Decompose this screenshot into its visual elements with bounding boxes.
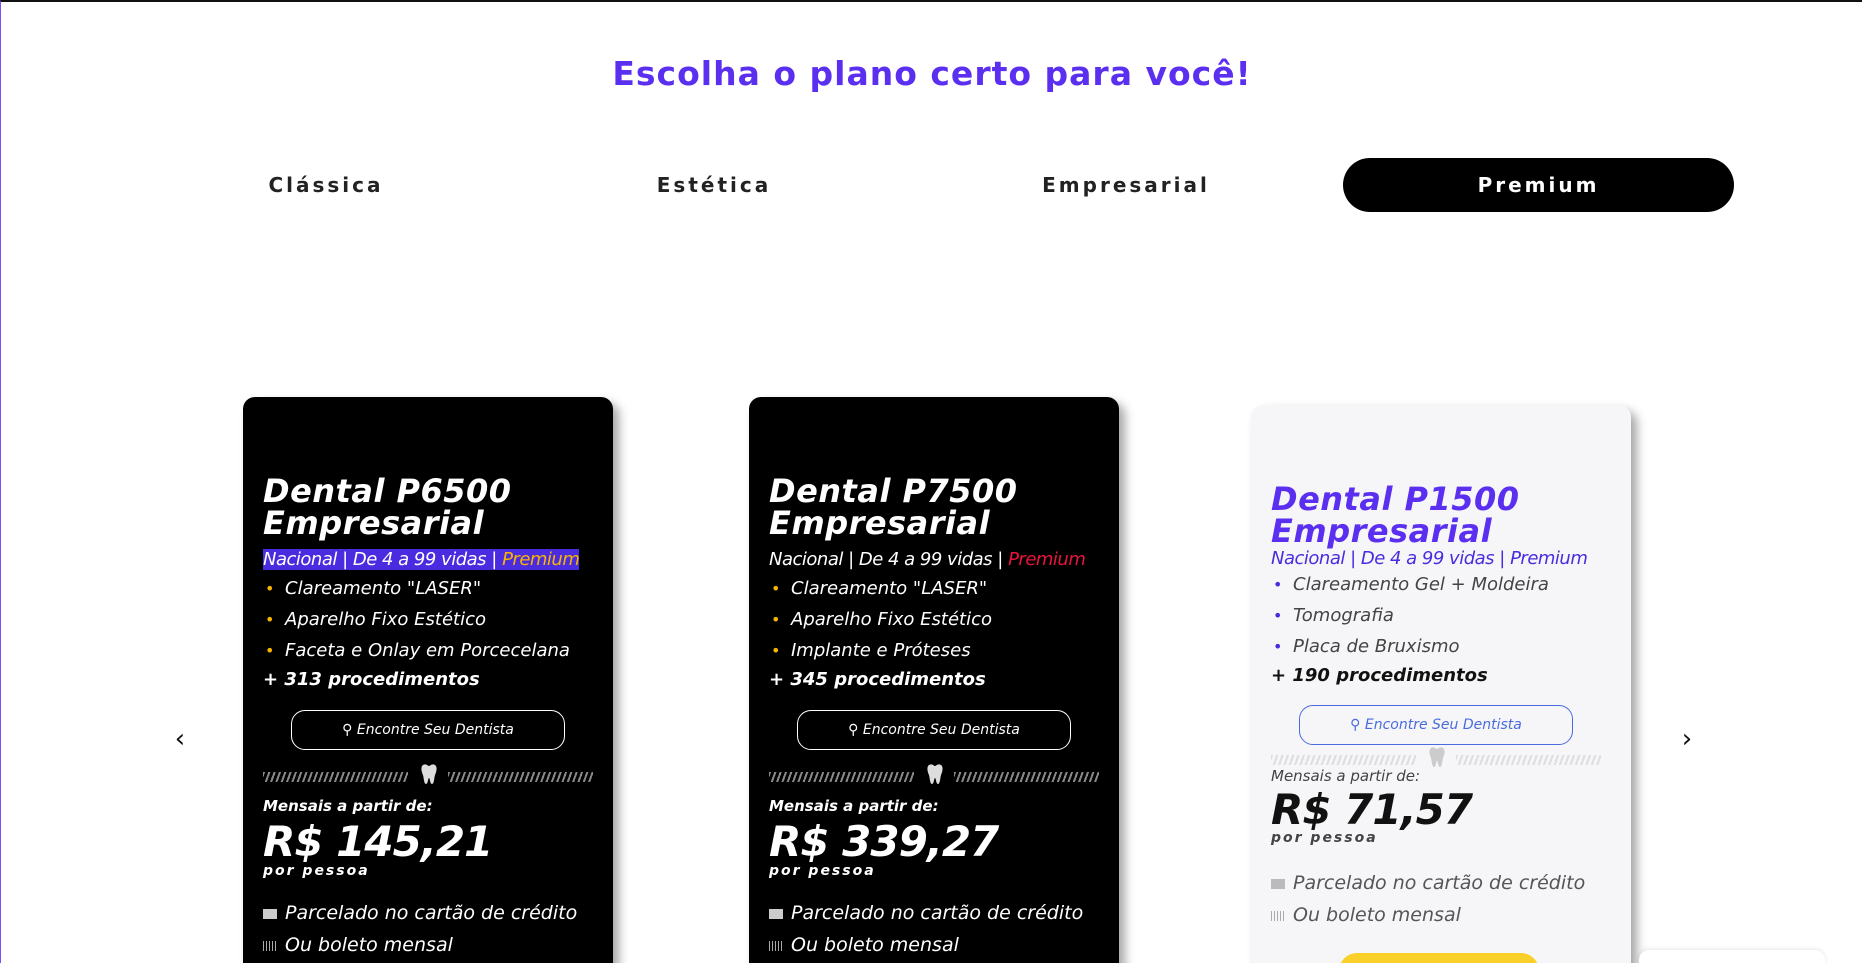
- per-person-label: por pessoa: [769, 863, 876, 879]
- list-item: • Placa de Bruxismo: [1273, 636, 1460, 657]
- barcode-icon: [263, 940, 277, 951]
- payment-credit-card: Parcelado no cartão de crédito: [263, 902, 577, 924]
- divider: [1271, 747, 1601, 768]
- procedures-count: + 190 procedimentos: [1271, 665, 1488, 686]
- plan-subtitle: Nacional | De 4 a 99 vidas | Premium: [769, 549, 1086, 570]
- procedures-count: + 313 procedimentos: [263, 669, 480, 690]
- list-item: • Clareamento "LASER": [771, 578, 988, 599]
- list-item: • Faceta e Onlay em Porcecelana: [265, 640, 570, 661]
- monthly-label: Mensais a partir de:: [263, 797, 433, 815]
- page-title: Escolha o plano certo para você!: [612, 54, 1252, 93]
- tooth-icon: [421, 764, 437, 784]
- credit-card-icon: [1271, 878, 1285, 889]
- plan-card-p1500: Dental P1500 Empresarial Nacional | De 4…: [1251, 405, 1631, 963]
- per-person-label: por pessoa: [263, 863, 370, 879]
- tooth-icon: [927, 764, 943, 784]
- monthly-label: Mensais a partir de:: [769, 797, 939, 815]
- payment-boleto: Ou boleto mensal: [1271, 904, 1461, 926]
- tooth-icon: [1429, 747, 1445, 767]
- payment-credit-card: Parcelado no cartão de crédito: [1271, 872, 1585, 894]
- chevron-right-icon[interactable]: ›: [1672, 724, 1702, 754]
- feature-list: • Clareamento "LASER" • Aparelho Fixo Esté…: [769, 573, 992, 666]
- plan-subtitle: Nacional | De 4 a 99 vidas | Premium: [263, 549, 580, 570]
- price: R$ 71,57: [1271, 785, 1473, 834]
- plan-card-p6500: Dental P6500 Empresarial Nacional | De 4…: [243, 397, 613, 963]
- plan-tabs: Clássica Estética Empresarial Premium: [1, 158, 1862, 212]
- search-icon: ⚲: [1350, 717, 1361, 733]
- plan-name: Dental P7500 Empresarial: [769, 472, 1018, 542]
- find-dentist-button[interactable]: ⚲ Encontre Seu Dentista: [1299, 705, 1573, 745]
- tab-classica[interactable]: Clássica: [223, 158, 429, 212]
- list-item: • Aparelho Fixo Estético: [265, 609, 486, 630]
- search-icon: ⚲: [848, 722, 859, 738]
- procedures-count: + 345 procedimentos: [769, 669, 986, 690]
- tab-premium[interactable]: Premium: [1343, 158, 1734, 212]
- list-item: • Implante e Próteses: [771, 640, 971, 661]
- credit-card-icon: [263, 908, 277, 919]
- find-dentist-button[interactable]: ⚲ Encontre Seu Dentista: [291, 710, 565, 750]
- barcode-icon: [1271, 910, 1285, 921]
- chevron-left-icon[interactable]: ‹: [165, 724, 195, 754]
- divider: [769, 764, 1099, 785]
- payment-boleto: Ou boleto mensal: [263, 934, 453, 956]
- payment-credit-card: Parcelado no cartão de crédito: [769, 902, 1083, 924]
- chat-widget-tab[interactable]: [1639, 950, 1825, 963]
- tab-estetica[interactable]: Estética: [611, 158, 817, 212]
- per-person-label: por pessoa: [1271, 830, 1378, 846]
- list-item: • Aparelho Fixo Estético: [771, 609, 992, 630]
- plan-card-p7500: Dental P7500 Empresarial Nacional | De 4…: [749, 397, 1119, 963]
- list-item: • Clareamento "LASER": [265, 578, 482, 599]
- find-dentist-button[interactable]: ⚲ Encontre Seu Dentista: [797, 710, 1071, 750]
- feature-list: • Clareamento "LASER" • Aparelho Fixo Esté…: [263, 573, 570, 666]
- divider: [263, 764, 593, 785]
- search-icon: ⚲: [342, 722, 353, 738]
- credit-card-icon: [769, 908, 783, 919]
- list-item: • Clareamento Gel + Moldeira: [1273, 574, 1549, 595]
- tab-empresarial[interactable]: Empresarial: [1023, 158, 1229, 212]
- plan-subtitle: Nacional | De 4 a 99 vidas | Premium: [1271, 548, 1588, 569]
- price: R$ 339,27: [769, 817, 999, 866]
- barcode-icon: [769, 940, 783, 951]
- plan-name: Dental P1500 Empresarial: [1271, 480, 1520, 550]
- monthly-label: Mensais a partir de:: [1271, 767, 1421, 785]
- feature-list: • Clareamento Gel + Moldeira • Tomografia …: [1271, 569, 1549, 662]
- plan-name: Dental P6500 Empresarial: [263, 472, 512, 542]
- cta-button[interactable]: [1339, 953, 1539, 963]
- list-item: • Tomografia: [1273, 605, 1394, 626]
- price: R$ 145,21: [263, 817, 493, 866]
- payment-boleto: Ou boleto mensal: [769, 934, 959, 956]
